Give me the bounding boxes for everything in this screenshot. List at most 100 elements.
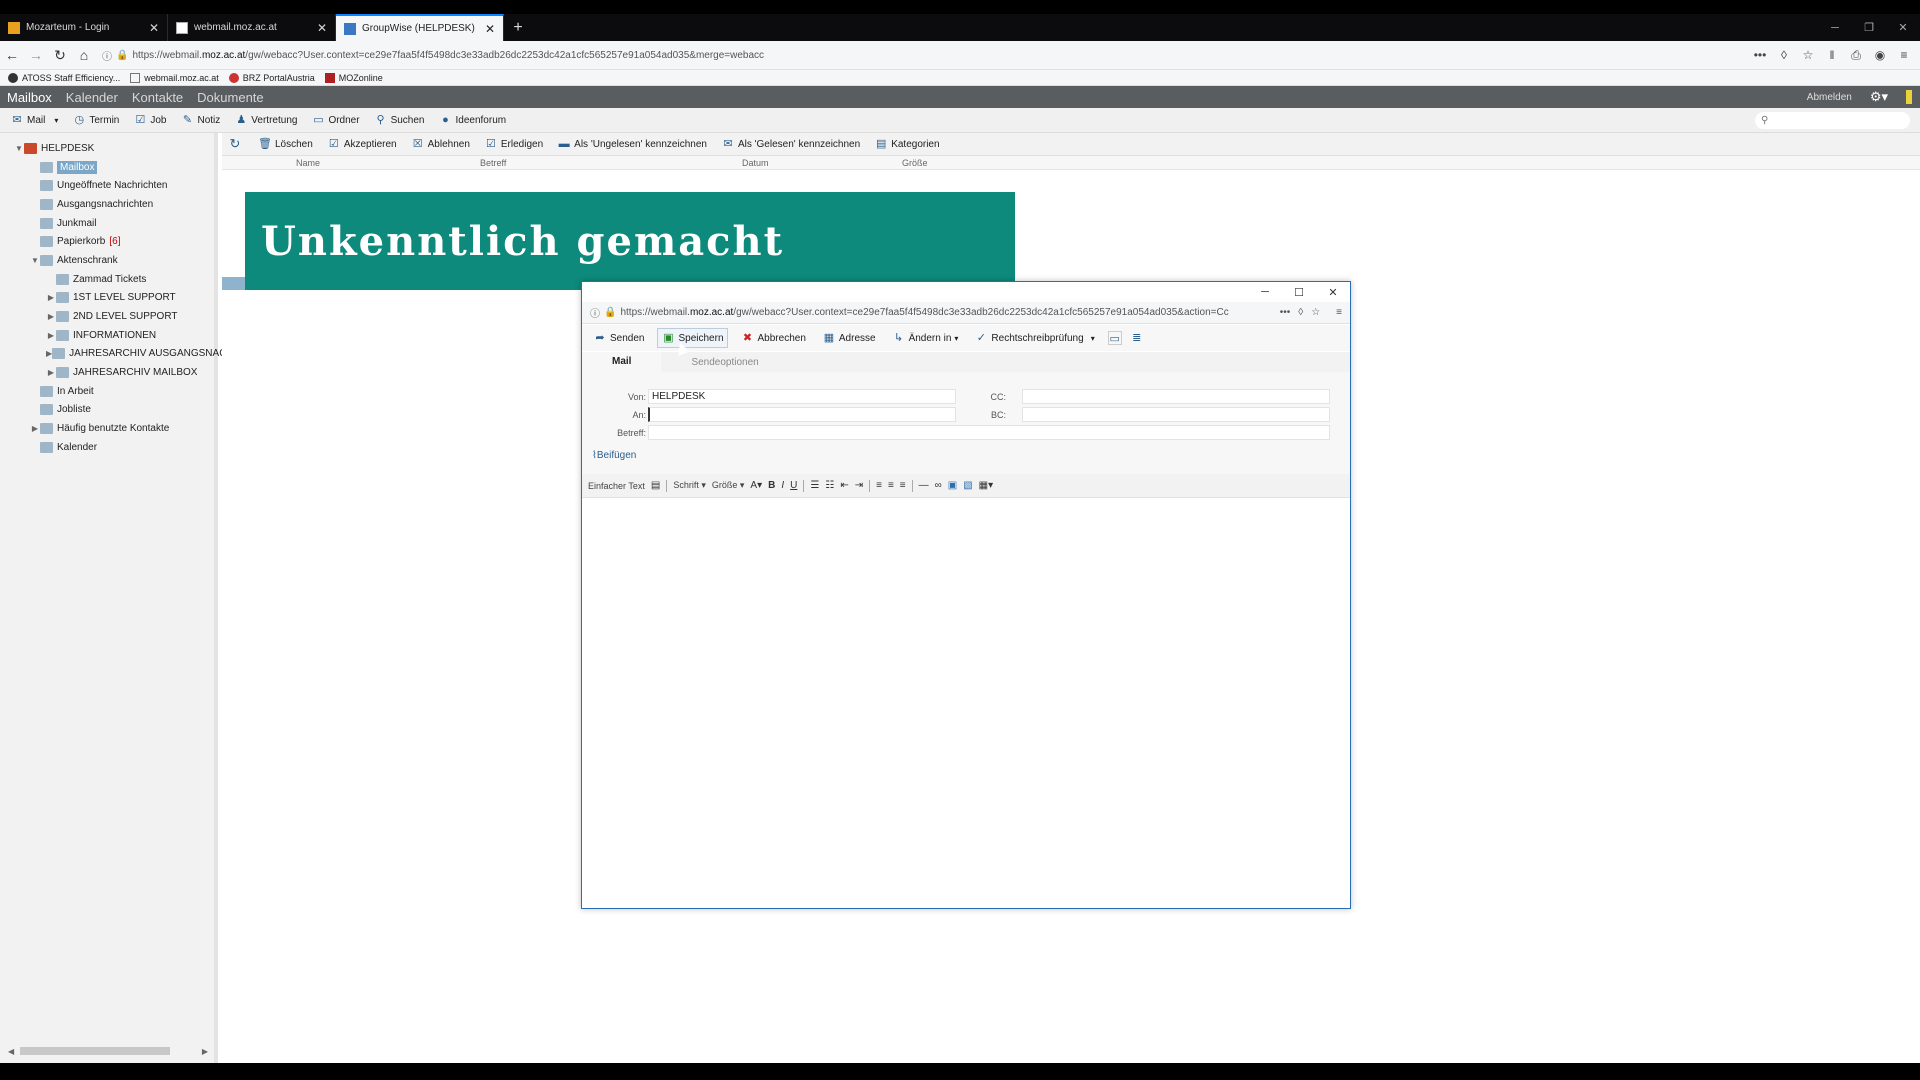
bookmark-star-icon[interactable]: ☆ — [1798, 48, 1818, 62]
new-tab-button[interactable]: + — [504, 14, 532, 41]
kategorien-button[interactable]: ▤ Kategorien — [874, 137, 940, 151]
sync-icon[interactable]: ◉ — [1870, 48, 1890, 62]
font-select[interactable]: Schrift ▾ — [673, 480, 706, 491]
menu-icon[interactable]: ≡ — [1336, 307, 1342, 318]
logout-link[interactable]: Abmelden — [1807, 92, 1852, 103]
sidebar-item[interactable]: ▶ 2ND LEVEL SUPPORT — [0, 307, 214, 326]
settings-gear-icon[interactable]: ⚙▾ — [1870, 89, 1888, 105]
tab-mail[interactable]: Mail — [582, 352, 662, 372]
horizontal-rule-icon[interactable]: — — [919, 480, 929, 491]
adresse-button[interactable]: ▦ Adresse — [819, 329, 879, 347]
sidebar-item[interactable]: Zammad Tickets — [0, 270, 214, 289]
sidebar-item[interactable]: Jobliste — [0, 401, 214, 420]
reload-icon[interactable]: ↻ — [48, 43, 72, 67]
back-icon[interactable]: ← — [0, 43, 24, 67]
ablehnen-button[interactable]: ☒ Ablehnen — [411, 137, 470, 151]
sidebar-item[interactable]: Kalender — [0, 438, 214, 457]
scroll-right-icon[interactable]: ▶ — [202, 1047, 208, 1056]
module-mailbox[interactable]: Mailbox — [0, 90, 59, 105]
speichern-button[interactable]: ▣ Speichern — [657, 328, 728, 348]
insert-special-icon[interactable]: ▦▾ — [979, 480, 993, 491]
browser-tab-2[interactable]: webmail.moz.ac.at ✕ — [168, 14, 336, 41]
page-actions-icon[interactable]: ••• — [1750, 48, 1770, 62]
akzeptieren-button[interactable]: ☑ Akzeptieren — [327, 137, 397, 151]
expand-toggle-icon[interactable]: ▶ — [46, 331, 56, 340]
column-name[interactable]: Name — [296, 158, 320, 168]
scroll-left-icon[interactable]: ◀ — [8, 1047, 14, 1056]
plain-text-toggle[interactable]: Einfacher Text — [588, 481, 645, 491]
module-kontakte[interactable]: Kontakte — [125, 90, 190, 105]
sidebar-item[interactable]: ▼ Aktenschrank — [0, 251, 214, 270]
align-center-icon[interactable]: ≡ — [888, 480, 894, 491]
tab-sendeoptionen[interactable]: Sendeoptionen — [661, 357, 788, 368]
home-icon[interactable]: ⌂ — [72, 43, 96, 67]
column-date[interactable]: Datum — [742, 158, 769, 168]
dropdown-icon[interactable]: ▾ — [54, 116, 58, 125]
indent-icon[interactable]: ⇥ — [855, 480, 863, 491]
close-tab-icon[interactable]: ✕ — [149, 21, 159, 35]
url-bar[interactable]: ⓘ 🔒 https://webmail. moz.ac.at/gw/webacc?… — [102, 44, 1744, 66]
popup-close-icon[interactable]: ✕ — [1316, 286, 1350, 299]
close-window-icon[interactable]: ✕ — [1886, 14, 1920, 41]
aendern-in-button[interactable]: ↳ Ändern in ▾ — [889, 329, 962, 347]
column-size[interactable]: Größe — [902, 158, 928, 168]
erledigen-button[interactable]: ☑ Erledigen — [484, 137, 543, 151]
page-actions-icon[interactable]: ••• — [1280, 307, 1291, 318]
sidebar-item[interactable]: Ungeöffnete Nachrichten — [0, 176, 214, 195]
close-tab-icon[interactable]: ✕ — [317, 21, 327, 35]
termin-button[interactable]: ◷ Termin — [72, 113, 120, 127]
sidebar-item[interactable]: Junkmail — [0, 214, 214, 233]
sidebar-item[interactable]: ▶ INFORMATIONEN — [0, 326, 214, 345]
sidebar-item[interactable]: Papierkorb [6] — [0, 232, 214, 251]
message-body-editor[interactable] — [582, 498, 1350, 908]
expand-toggle-icon[interactable]: ▶ — [46, 312, 56, 321]
mark-unread-button[interactable]: ▬ Als 'Ungelesen' kennzeichnen — [557, 137, 707, 151]
browser-tab-3[interactable]: GroupWise (HELPDESK) ✕ — [336, 14, 504, 41]
ideenforum-button[interactable]: ● Ideenforum — [439, 113, 506, 127]
expand-toggle-icon[interactable]: ▼ — [30, 256, 40, 265]
to-field[interactable] — [648, 407, 956, 422]
image-icon[interactable]: ▣ — [948, 480, 957, 491]
module-kalender[interactable]: Kalender — [59, 90, 125, 105]
app-search-input[interactable]: ⚲ — [1755, 112, 1910, 129]
pocket-icon[interactable]: ◊ — [1298, 307, 1303, 318]
bookmark-star-icon[interactable]: ☆ — [1311, 307, 1320, 318]
mail-button[interactable]: ✉ Mail ▾ — [10, 113, 58, 127]
sidebar-item[interactable]: ▶ 1ST LEVEL SUPPORT — [0, 289, 214, 308]
close-tab-icon[interactable]: ✕ — [485, 22, 495, 36]
bookmark-webmail[interactable]: webmail.moz.ac.at — [130, 72, 219, 83]
rechtschreibpruefung-button[interactable]: ✓ Rechtschreibprüfung ▾ — [971, 329, 1097, 347]
vertretung-button[interactable]: ♟ Vertretung — [234, 113, 297, 127]
forward-icon[interactable]: → — [24, 43, 48, 67]
column-subject[interactable]: Betreff — [480, 158, 506, 168]
align-right-icon[interactable]: ≡ — [900, 480, 906, 491]
popup-minimize-icon[interactable]: ─ — [1248, 286, 1282, 298]
senden-button[interactable]: ➦ Senden — [590, 329, 647, 347]
library-icon[interactable]: ‖ — [1822, 48, 1842, 62]
sidebar-item[interactable]: Ausgangsnachrichten — [0, 195, 214, 214]
info-icon[interactable]: ⓘ — [590, 305, 600, 320]
cc-field[interactable] — [1022, 389, 1330, 404]
format-toggle-icon[interactable]: ▤ — [651, 480, 660, 491]
popup-url-bar[interactable]: ⓘ 🔒 https://webmail.moz.ac.at/gw/webacc?… — [582, 302, 1350, 324]
mark-read-button[interactable]: ✉ Als 'Gelesen' kennzeichnen — [721, 137, 860, 151]
loeschen-button[interactable]: 🗑 Löschen — [258, 137, 313, 151]
expand-toggle-icon[interactable]: ▶ — [30, 424, 40, 433]
subject-field[interactable] — [648, 425, 1330, 440]
menu-icon[interactable]: ≡ — [1894, 48, 1914, 62]
link-icon[interactable]: ∞ — [935, 480, 942, 491]
bc-field[interactable] — [1022, 407, 1330, 422]
italic-icon[interactable]: I — [781, 480, 784, 491]
suchen-button[interactable]: ⚲ Suchen — [374, 113, 425, 127]
notiz-button[interactable]: ✎ Notiz — [181, 113, 220, 127]
bookmark-mozonline[interactable]: MOZonline — [324, 72, 383, 83]
underline-icon[interactable]: U — [790, 480, 797, 491]
print-icon[interactable]: ⎙ — [1846, 48, 1866, 63]
outdent-icon[interactable]: ⇤ — [840, 480, 848, 491]
text-color-icon[interactable]: A▾ — [750, 480, 762, 491]
pocket-icon[interactable]: ◊ — [1774, 48, 1794, 62]
sidebar-item[interactable]: ▶ JAHRESARCHIV AUSGANGSNACH — [0, 345, 234, 364]
bookmark-atoss[interactable]: ATOSS Staff Efficiency... — [8, 72, 120, 83]
refresh-icon[interactable]: ↻ — [228, 137, 242, 151]
sidebar-item[interactable]: In Arbeit — [0, 382, 214, 401]
